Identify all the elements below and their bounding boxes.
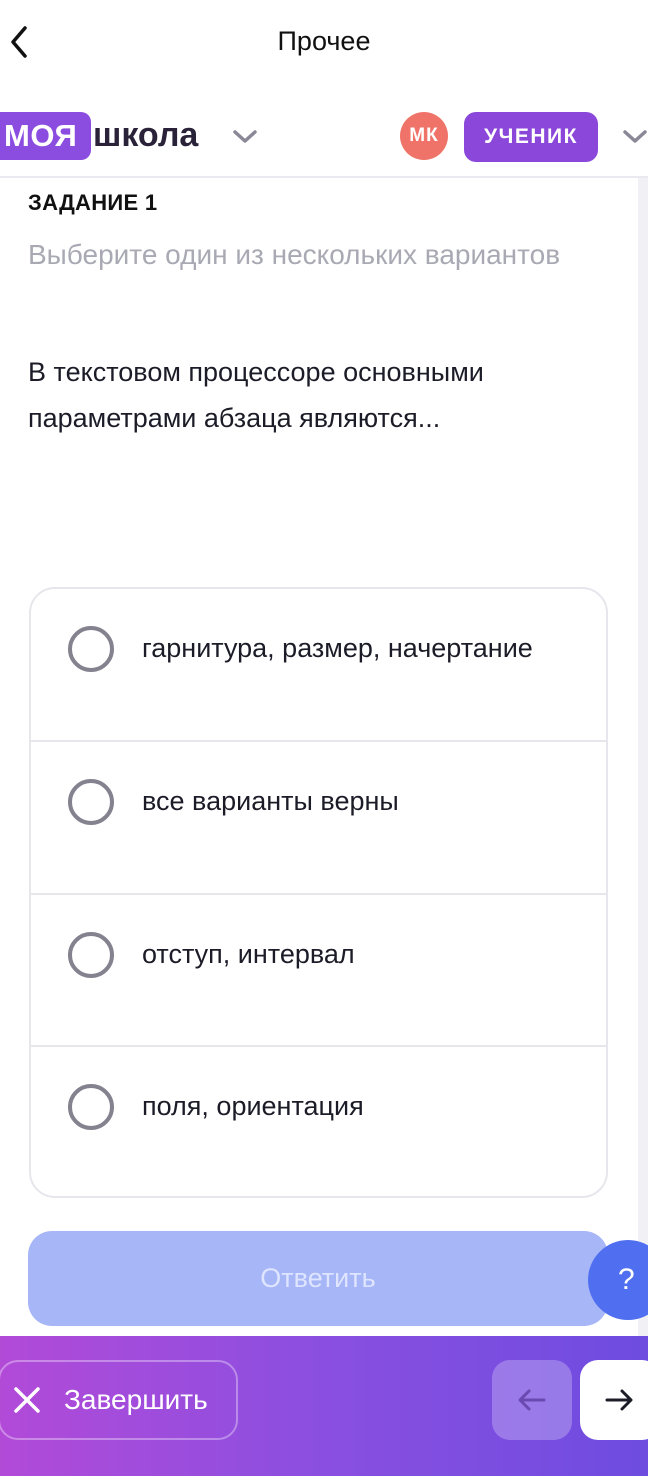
- task-instruction: Выберите один из нескольких вариантов: [28, 239, 561, 270]
- answer-option[interactable]: гарнитура, размер, начертание: [31, 589, 606, 742]
- arrow-left-icon: [518, 1389, 546, 1411]
- page-title: Прочее: [277, 26, 371, 56]
- answer-options: гарнитура, размер, начертание все вариан…: [29, 587, 608, 1198]
- answer-option[interactable]: все варианты верны: [31, 742, 606, 895]
- logo-shkola: школа: [93, 116, 199, 154]
- task-question: В текстовом процессоре основными парамет…: [28, 357, 484, 433]
- radio-button[interactable]: [68, 931, 114, 978]
- task-label: ЗАДАНИЕ 1: [28, 190, 158, 215]
- previous-button[interactable]: [492, 1360, 572, 1440]
- scroll-rail: [638, 178, 648, 1336]
- answer-option[interactable]: поля, ориентация: [31, 1047, 606, 1196]
- top-bar: Прочее: [0, 0, 648, 86]
- answer-option-label: поля, ориентация: [142, 1091, 364, 1122]
- finish-label: Завершить: [64, 1384, 208, 1415]
- radio-button[interactable]: [68, 1084, 114, 1131]
- answer-button[interactable]: Ответить: [28, 1231, 608, 1326]
- bottom-bar: Завершить: [0, 1336, 648, 1476]
- brand-bar: МОЯ школа МК УЧЕНИК: [0, 86, 648, 178]
- arrow-right-icon: [605, 1389, 633, 1411]
- answer-option-label: отступ, интервал: [142, 938, 355, 969]
- school-dropdown-chevron-icon[interactable]: [232, 126, 258, 146]
- answer-option-label: все варианты верны: [142, 785, 399, 816]
- logo-moya: МОЯ: [0, 112, 92, 160]
- role-dropdown-chevron-icon[interactable]: [622, 126, 648, 146]
- next-button[interactable]: [580, 1360, 648, 1440]
- answer-option-label: гарнитура, размер, начертание: [142, 633, 533, 663]
- role-badge[interactable]: УЧЕНИК: [464, 112, 598, 162]
- close-icon: [14, 1387, 40, 1413]
- finish-button[interactable]: Завершить: [0, 1360, 238, 1440]
- radio-button[interactable]: [68, 778, 114, 825]
- avatar[interactable]: МК: [400, 112, 448, 160]
- answer-option[interactable]: отступ, интервал: [31, 895, 606, 1048]
- radio-button[interactable]: [68, 626, 114, 672]
